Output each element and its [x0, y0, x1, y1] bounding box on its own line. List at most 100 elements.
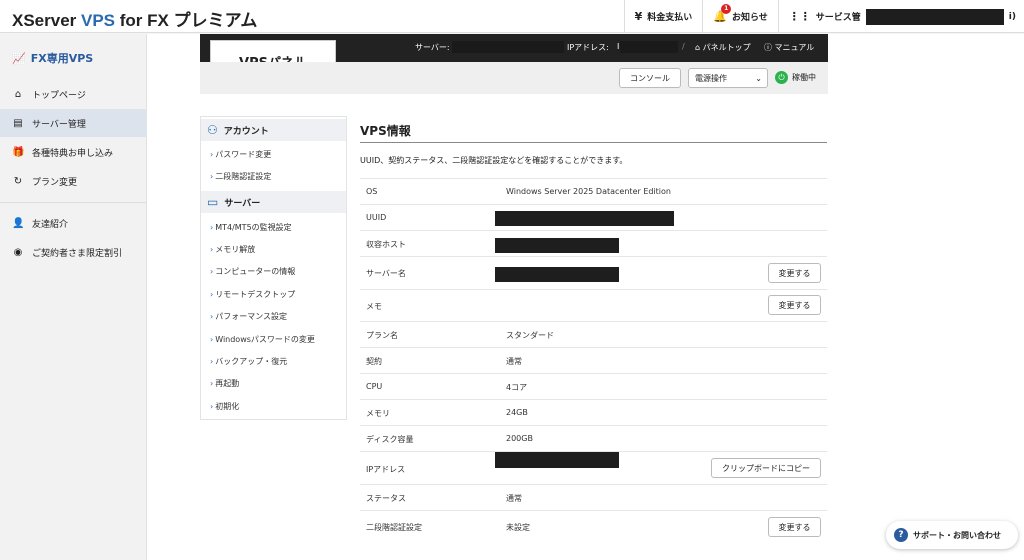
info-row-status: ステータス 通常 [360, 484, 827, 510]
info-key: UUID [366, 213, 387, 222]
menu-link-monitor[interactable]: › MT4/MT5の監視設定 [210, 222, 292, 233]
menu-link-performance[interactable]: › パフォーマンス設定 [210, 311, 287, 322]
menu-link-memory[interactable]: › メモリ解放 [210, 244, 255, 255]
info-value: 通常 [506, 357, 522, 366]
menu-link-remote-desktop[interactable]: › リモートデスクトップ [210, 289, 295, 300]
home-icon: ⌂ [695, 43, 701, 52]
sidebar-item-label: プラン変更 [32, 177, 78, 188]
menu-link-label: 再起動 [215, 379, 240, 388]
info-row-plan: プラン名 スタンダード [360, 321, 827, 347]
sidebar-item-plan[interactable]: ↻ プラン変更 [0, 167, 147, 195]
panel-top-link[interactable]: ⌂ パネルトップ [695, 42, 751, 53]
sidebar-item-label: 友達紹介 [32, 219, 69, 230]
sidebar-item-label: 各種特典お申し込み [32, 148, 114, 159]
menu-link-label: リモートデスクトップ [215, 290, 296, 299]
redacted-server-name [495, 267, 619, 282]
nav-service-label: サービス管 [815, 13, 861, 23]
chevron-down-icon: ⌄ [755, 73, 762, 83]
nav-service[interactable]: ⋮⋮ サービス管 i) [777, 0, 1024, 33]
redacted-host [495, 238, 619, 253]
info-value: 200GB [506, 434, 533, 443]
menu-link-computer-info[interactable]: › コンピューターの情報 [210, 266, 295, 277]
nav-service-suffix: i) [1008, 11, 1016, 22]
menu-link-label: メモリ解放 [215, 245, 256, 254]
section-divider [360, 142, 827, 143]
notice-badge: 1 [721, 4, 732, 14]
info-key: サーバー名 [366, 269, 406, 278]
info-key: OS [366, 187, 378, 196]
sidebar-item-friend[interactable]: 👤 友達紹介 [0, 209, 147, 237]
chevron-right-icon: › [210, 223, 214, 232]
menu-link-initialize[interactable]: › 初期化 [210, 401, 239, 412]
server-icon: ▤ [13, 117, 23, 129]
menu-link-password[interactable]: › パスワード変更 [210, 149, 271, 160]
power-icon: ⏻ [775, 71, 788, 84]
info-key: 収容ホスト [366, 240, 406, 249]
info-key: ディスク容量 [366, 435, 414, 444]
nav-payment[interactable]: ¥ 料金支払い [623, 0, 703, 33]
sidebar-item-benefits[interactable]: 🎁 各種特典お申し込み [0, 138, 147, 166]
manual-link[interactable]: ⓘ マニュアル [764, 42, 814, 53]
menu-link-2fa[interactable]: › 二段階認証設定 [210, 171, 271, 182]
nav-notice-label: お知らせ [731, 13, 768, 23]
info-key: メモリ [366, 409, 390, 418]
sidebar-item-discount[interactable]: ◉ ご契約者さま限定割引 [0, 238, 147, 266]
chevron-right-icon: › [210, 267, 214, 276]
brand-logo[interactable]: XServer VPS for FX プレミアム [12, 6, 257, 31]
menu-link-label: MT4/MT5の監視設定 [215, 223, 292, 232]
info-row-memo: メモ 変更する [360, 289, 827, 321]
menu-head-server: ▭ サーバー [201, 191, 346, 213]
support-button[interactable]: ? サポート・お問い合わせ [886, 521, 1018, 549]
info-row-ip: IPアドレス クリップボードにコピー [360, 451, 827, 484]
copy-clipboard-button[interactable]: クリップボードにコピー [711, 458, 821, 478]
chevron-right-icon: › [210, 335, 214, 344]
chevron-right-icon: › [210, 150, 214, 159]
server-status: ⏻ 稼働中 [775, 71, 816, 84]
info-row-contract: 契約 通常 [360, 347, 827, 373]
nav-notice[interactable]: 🔔 1 お知らせ [702, 0, 778, 33]
redacted-ip-address [495, 452, 619, 468]
redacted-account [865, 8, 1004, 25]
status-label: 稼働中 [792, 73, 816, 82]
help-icon: ⓘ [764, 43, 772, 52]
menu-link-label: コンピューターの情報 [215, 267, 296, 276]
section-title: VPS情報 [360, 124, 411, 138]
discount-icon: ◉ [13, 246, 23, 258]
info-row-uuid: UUID [360, 204, 827, 230]
redacted-server [452, 41, 564, 53]
info-key: ステータス [366, 494, 406, 503]
redacted-uuid [495, 211, 674, 226]
console-button[interactable]: コンソール [619, 68, 681, 88]
server-label: サーバー: [415, 43, 450, 52]
power-select[interactable]: 電源操作 ⌄ [688, 68, 768, 88]
info-row-host: 収容ホスト [360, 230, 827, 256]
brand-suffix: for FX プレミアム [115, 11, 258, 30]
menu-link-windows-password[interactable]: › Windowsパスワードの変更 [210, 334, 315, 345]
sidebar-title[interactable]: 📈 FX専用VPS [12, 50, 93, 66]
menu-link-label: パフォーマンス設定 [215, 312, 288, 321]
server-icon: ▭ [207, 195, 219, 209]
refresh-icon: ↻ [13, 175, 23, 187]
menu-link-restart[interactable]: › 再起動 [210, 378, 239, 389]
change-server-name-button[interactable]: 変更する [768, 263, 821, 283]
info-row-server-name: サーバー名 変更する [360, 256, 827, 289]
chevron-right-icon: › [210, 245, 214, 254]
menu-link-backup[interactable]: › バックアップ・復元 [210, 356, 287, 367]
change-2fa-button[interactable]: 変更する [768, 517, 821, 537]
menu-link-label: 二段階認証設定 [215, 172, 272, 181]
menu-link-label: バックアップ・復元 [215, 357, 288, 366]
info-key: 二段階認証設定 [366, 523, 422, 532]
sidebar-title-label: FX専用VPS [30, 52, 94, 65]
change-memo-button[interactable]: 変更する [768, 295, 821, 315]
panel-top-label: パネルトップ [702, 43, 751, 52]
chevron-right-icon: › [210, 172, 214, 181]
chevron-right-icon: › [210, 402, 214, 411]
sidebar-item-server[interactable]: ▤ サーバー管理 [0, 109, 147, 137]
menu-head-label: アカウント [223, 126, 269, 137]
brand-vps: VPS [81, 11, 116, 30]
sidebar-item-top[interactable]: ⌂ トップページ [0, 80, 147, 108]
menu-link-label: パスワード変更 [215, 150, 272, 159]
chevron-right-icon: › [210, 357, 214, 366]
top-nav: ¥ 料金支払い 🔔 1 お知らせ ⋮⋮ サービス管 i) [623, 0, 1024, 33]
friend-icon: 👤 [12, 217, 25, 229]
